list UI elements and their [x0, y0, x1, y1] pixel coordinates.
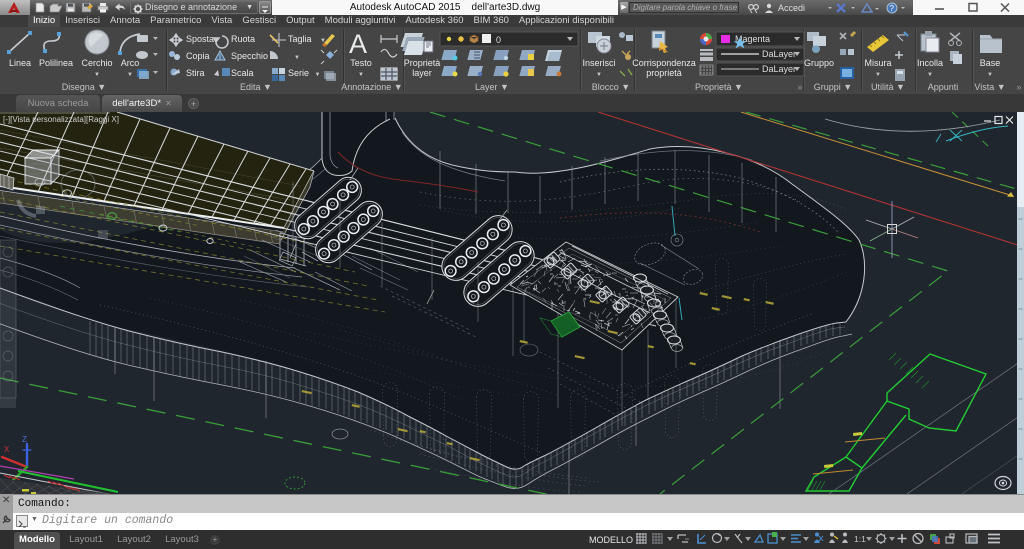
- svg-text:DaLayer: DaLayer: [762, 49, 796, 59]
- svg-text:?: ?: [890, 4, 895, 13]
- svg-text:MODELLO: MODELLO: [589, 535, 633, 545]
- svg-text:A: A: [349, 29, 367, 59]
- svg-text:[-][Vista personalizzata][Ragg: [-][Vista personalizzata][Raggi X]: [3, 115, 119, 124]
- svg-text:Z: Z: [22, 435, 27, 444]
- svg-text:1:1: 1:1: [854, 534, 866, 544]
- svg-text:0: 0: [496, 35, 501, 45]
- svg-text:Accedi: Accedi: [778, 3, 805, 13]
- svg-text:X: X: [4, 445, 10, 454]
- svg-text:DaLayer: DaLayer: [762, 64, 796, 74]
